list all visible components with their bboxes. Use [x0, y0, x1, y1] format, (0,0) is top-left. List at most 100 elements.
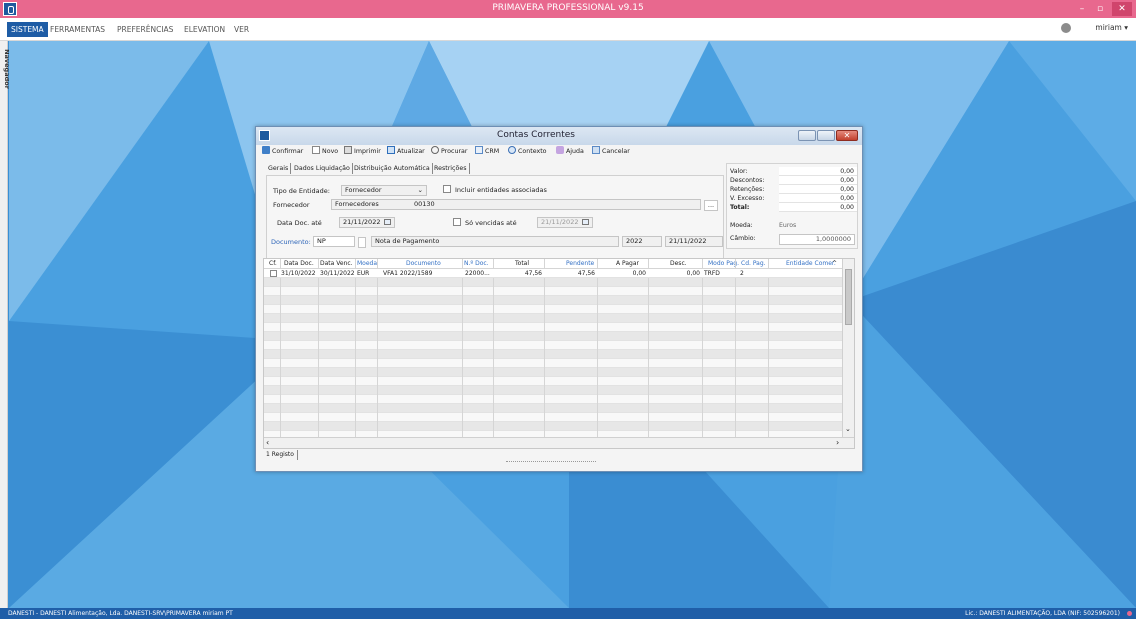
col-cf[interactable]: Cf.	[269, 260, 277, 267]
col-desc[interactable]: Desc.	[670, 260, 687, 267]
documento-code-field[interactable]: NP	[313, 236, 355, 247]
calendar-icon[interactable]	[582, 219, 590, 225]
splitter-handle[interactable]	[506, 461, 596, 465]
table-row[interactable]	[264, 350, 842, 359]
data-fim-field[interactable]: 21/11/2022	[665, 236, 723, 247]
status-bar: DANESTI - DANESTI Alimentação, Lda. DANE…	[0, 608, 1136, 619]
menu-elevation[interactable]: ELEVATION	[180, 22, 229, 37]
restore-button[interactable]: ▫	[1092, 2, 1108, 16]
menu-preferencias[interactable]: PREFERÊNCIAS	[113, 22, 177, 37]
row-confirm-checkbox[interactable]	[270, 270, 277, 277]
col-a-pagar[interactable]: A Pagar	[616, 260, 639, 267]
fornecedor-field[interactable]: Fornecedores 00130	[331, 199, 701, 210]
close-button[interactable]: ✕	[1112, 2, 1132, 16]
tipo-entidade-label: Tipo de Entidade:	[273, 187, 330, 195]
chevron-down-icon: ⌄	[417, 186, 423, 194]
fornecedor-browse-button[interactable]: ...	[704, 200, 718, 211]
dialog-maximize-button[interactable]	[817, 130, 835, 141]
procurar-button[interactable]: Procurar	[431, 146, 467, 158]
moeda-label: Moeda:	[730, 222, 753, 229]
menu-ver[interactable]: VER	[230, 22, 253, 37]
scroll-thumb[interactable]	[845, 269, 852, 325]
menu-sistema[interactable]: SISTEMA	[7, 22, 48, 37]
tipo-entidade-select[interactable]: Fornecedor ⌄	[341, 185, 427, 196]
col-data-doc[interactable]: Data Doc.	[284, 260, 314, 267]
tab-gerais[interactable]: Gerais	[266, 163, 292, 174]
ajuda-button[interactable]: Ajuda	[556, 146, 584, 158]
contexto-button[interactable]: Contexto	[508, 146, 547, 158]
cell-cd-pag: 2	[740, 270, 744, 277]
table-row[interactable]	[264, 359, 842, 368]
valor-value: 0,00	[840, 168, 854, 175]
sort-up-icon[interactable]: ^	[832, 260, 837, 267]
grid-horizontal-scrollbar[interactable]: ‹ ›	[264, 437, 854, 448]
grid-vertical-scrollbar[interactable]: ⌄	[842, 259, 854, 437]
so-vencidas-field[interactable]: 21/11/2022	[537, 217, 593, 228]
registo-count-tab[interactable]: 1 Registo	[263, 450, 298, 460]
tab-distribuicao-automatica[interactable]: Distribuição Automática	[352, 163, 433, 174]
col-data-venc[interactable]: Data Venc.	[320, 260, 353, 267]
documento-label: Documento:	[271, 238, 311, 246]
table-row[interactable]	[264, 377, 842, 386]
table-row[interactable]	[264, 278, 842, 287]
user-menu[interactable]: miriam ▾	[1095, 23, 1128, 32]
col-total[interactable]: Total	[515, 260, 529, 267]
retencoes-label: Retenções:	[730, 186, 765, 193]
minimize-button[interactable]: –	[1074, 2, 1090, 16]
cell-data-doc: 31/10/2022	[281, 270, 316, 277]
col-num-doc[interactable]: N.º Doc.	[464, 260, 489, 267]
calendar-icon[interactable]	[384, 219, 392, 225]
valor-label: Valor:	[730, 168, 748, 175]
navigator-panel[interactable]: Navegador	[0, 41, 11, 608]
cancelar-button[interactable]: Cancelar	[592, 146, 630, 158]
col-entidade-comer[interactable]: Entidade Comer.	[786, 260, 836, 267]
status-license: Lic.: DANESTI ALIMENTAÇÃO, LDA (NIF: 502…	[965, 610, 1120, 617]
chevron-down-icon[interactable]: ⌄	[845, 425, 851, 433]
documents-grid[interactable]: Cf. Data Doc. Data Venc. Moeda Documento…	[263, 258, 855, 449]
total-value: 0,00	[840, 204, 854, 211]
table-row[interactable]	[264, 296, 842, 305]
total-label: Total:	[730, 204, 750, 211]
table-row[interactable]	[264, 368, 842, 377]
table-row[interactable]	[264, 341, 842, 350]
cambio-label: Câmbio:	[730, 235, 756, 242]
cell-pendente: 47,56	[577, 270, 595, 277]
atualizar-button[interactable]: Atualizar	[387, 146, 425, 158]
table-row[interactable]	[264, 404, 842, 413]
crm-button[interactable]: CRM	[475, 146, 499, 158]
tab-restricoes[interactable]: Restrições	[432, 163, 470, 174]
table-row[interactable]	[264, 422, 842, 431]
dialog-close-button[interactable]: ✕	[836, 130, 858, 141]
table-row[interactable]	[264, 323, 842, 332]
imprimir-button[interactable]: Imprimir	[344, 146, 381, 158]
table-row[interactable]	[264, 332, 842, 341]
data-doc-field[interactable]: 21/11/2022	[339, 217, 395, 228]
col-pendente[interactable]: Pendente	[566, 260, 594, 267]
table-row[interactable]	[264, 314, 842, 323]
incluir-entidades-checkbox[interactable]	[443, 185, 451, 193]
status-left: DANESTI - DANESTI Alimentação, Lda. DANE…	[8, 610, 233, 617]
table-row[interactable]	[264, 287, 842, 296]
user-avatar-icon[interactable]	[1061, 23, 1071, 33]
dialog-minimize-button[interactable]	[798, 130, 816, 141]
col-documento[interactable]: Documento	[406, 260, 441, 267]
so-vencidas-checkbox[interactable]	[453, 218, 461, 226]
table-row[interactable]	[264, 386, 842, 395]
table-row[interactable]	[264, 413, 842, 422]
context-icon	[508, 146, 516, 154]
menu-ferramentas[interactable]: FERRAMENTAS	[46, 22, 109, 37]
col-cd-pag[interactable]: Cd. Pag.	[741, 260, 766, 267]
confirmar-button[interactable]: Confirmar	[262, 146, 303, 158]
table-row[interactable]	[264, 305, 842, 314]
documento-search-icon[interactable]	[358, 237, 366, 248]
chevron-right-icon[interactable]: ›	[836, 438, 839, 447]
cambio-field[interactable]: 1,0000000	[779, 234, 855, 245]
table-row[interactable]: 31/10/2022 30/11/2022 EUR VFA1 2022/1589…	[264, 269, 842, 278]
novo-button[interactable]: Novo	[312, 146, 338, 158]
col-moeda[interactable]: Moeda	[357, 260, 377, 267]
tab-dados-liquidacao[interactable]: Dados Liquidação	[292, 163, 353, 174]
documento-desc-field: Nota de Pagamento	[371, 236, 619, 247]
table-row[interactable]	[264, 395, 842, 404]
ano-field[interactable]: 2022	[622, 236, 662, 247]
chevron-left-icon[interactable]: ‹	[266, 438, 269, 447]
